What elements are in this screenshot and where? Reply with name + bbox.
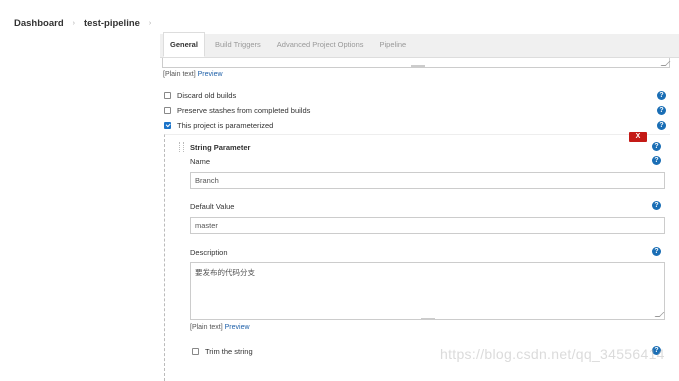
preserve-stashes-checkbox[interactable] bbox=[164, 107, 171, 114]
preview-link[interactable]: Preview bbox=[225, 324, 250, 331]
preview-link[interactable]: Preview bbox=[198, 71, 223, 78]
default-value-input[interactable]: master bbox=[190, 217, 665, 234]
option-trim-string[interactable]: Trim the string bbox=[192, 347, 253, 356]
parameter-name-input[interactable]: Branch bbox=[190, 172, 665, 189]
parameter-type-title: String Parameter bbox=[190, 143, 251, 152]
option-discard-old-builds[interactable]: Discard old builds bbox=[164, 91, 236, 100]
help-icon[interactable]: ? bbox=[652, 247, 661, 256]
option-label: Discard old builds bbox=[177, 91, 237, 100]
tab-general[interactable]: General bbox=[163, 32, 205, 57]
help-icon[interactable]: ? bbox=[652, 156, 661, 165]
textarea-drag-grip[interactable] bbox=[411, 65, 425, 67]
tab-advanced-project-options[interactable]: Advanced Project Options bbox=[271, 33, 370, 57]
help-icon[interactable]: ? bbox=[657, 106, 666, 115]
description-preview-row: [Plain text] Preview bbox=[190, 324, 250, 331]
breadcrumb-dashboard[interactable]: Dashboard bbox=[14, 18, 64, 29]
delete-parameter-button[interactable]: X bbox=[629, 132, 647, 142]
textarea-drag-grip[interactable] bbox=[421, 318, 435, 320]
description-text: 要发布的代码分支 bbox=[195, 268, 255, 277]
option-label: This project is parameterized bbox=[177, 121, 274, 130]
resize-handle-icon[interactable] bbox=[654, 312, 665, 317]
project-description-textarea[interactable] bbox=[162, 58, 671, 68]
help-icon[interactable]: ? bbox=[652, 201, 661, 210]
watermark: https://blog.csdn.net/qq_34556414 bbox=[440, 346, 665, 362]
plain-text-label: [Plain text] bbox=[163, 71, 196, 78]
option-label: Preserve stashes from completed builds bbox=[177, 106, 311, 115]
discard-old-builds-checkbox[interactable] bbox=[164, 92, 171, 99]
config-tab-bar: General Build Triggers Advanced Project … bbox=[160, 32, 679, 58]
help-icon[interactable]: ? bbox=[657, 121, 666, 130]
name-label: Name bbox=[190, 157, 211, 166]
breadcrumb-separator-icon: › bbox=[72, 19, 75, 27]
option-parameterized[interactable]: This project is parameterized bbox=[164, 121, 273, 130]
tab-build-triggers[interactable]: Build Triggers bbox=[209, 33, 267, 57]
description-label: Description bbox=[190, 248, 228, 257]
help-icon[interactable]: ? bbox=[657, 91, 666, 100]
plain-text-label: [Plain text] bbox=[190, 324, 223, 331]
resize-handle-icon[interactable] bbox=[660, 61, 671, 66]
option-preserve-stashes[interactable]: Preserve stashes from completed builds bbox=[164, 106, 310, 115]
default-value-label: Default Value bbox=[190, 202, 235, 211]
help-icon[interactable]: ? bbox=[652, 142, 661, 151]
option-label: Trim the string bbox=[205, 347, 253, 356]
description-textarea[interactable]: 要发布的代码分支 bbox=[190, 262, 665, 320]
parameterized-checkbox[interactable] bbox=[164, 122, 171, 129]
plain-text-preview-row: [Plain text] Preview bbox=[163, 71, 223, 78]
trim-string-checkbox[interactable] bbox=[192, 348, 199, 355]
tab-pipeline[interactable]: Pipeline bbox=[374, 33, 413, 57]
breadcrumb-dropdown-icon[interactable]: › bbox=[149, 20, 151, 27]
breadcrumb: Dashboard › test-pipeline › bbox=[0, 12, 679, 34]
breadcrumb-test-pipeline[interactable]: test-pipeline bbox=[84, 18, 140, 29]
drag-handle-icon[interactable] bbox=[179, 142, 184, 152]
